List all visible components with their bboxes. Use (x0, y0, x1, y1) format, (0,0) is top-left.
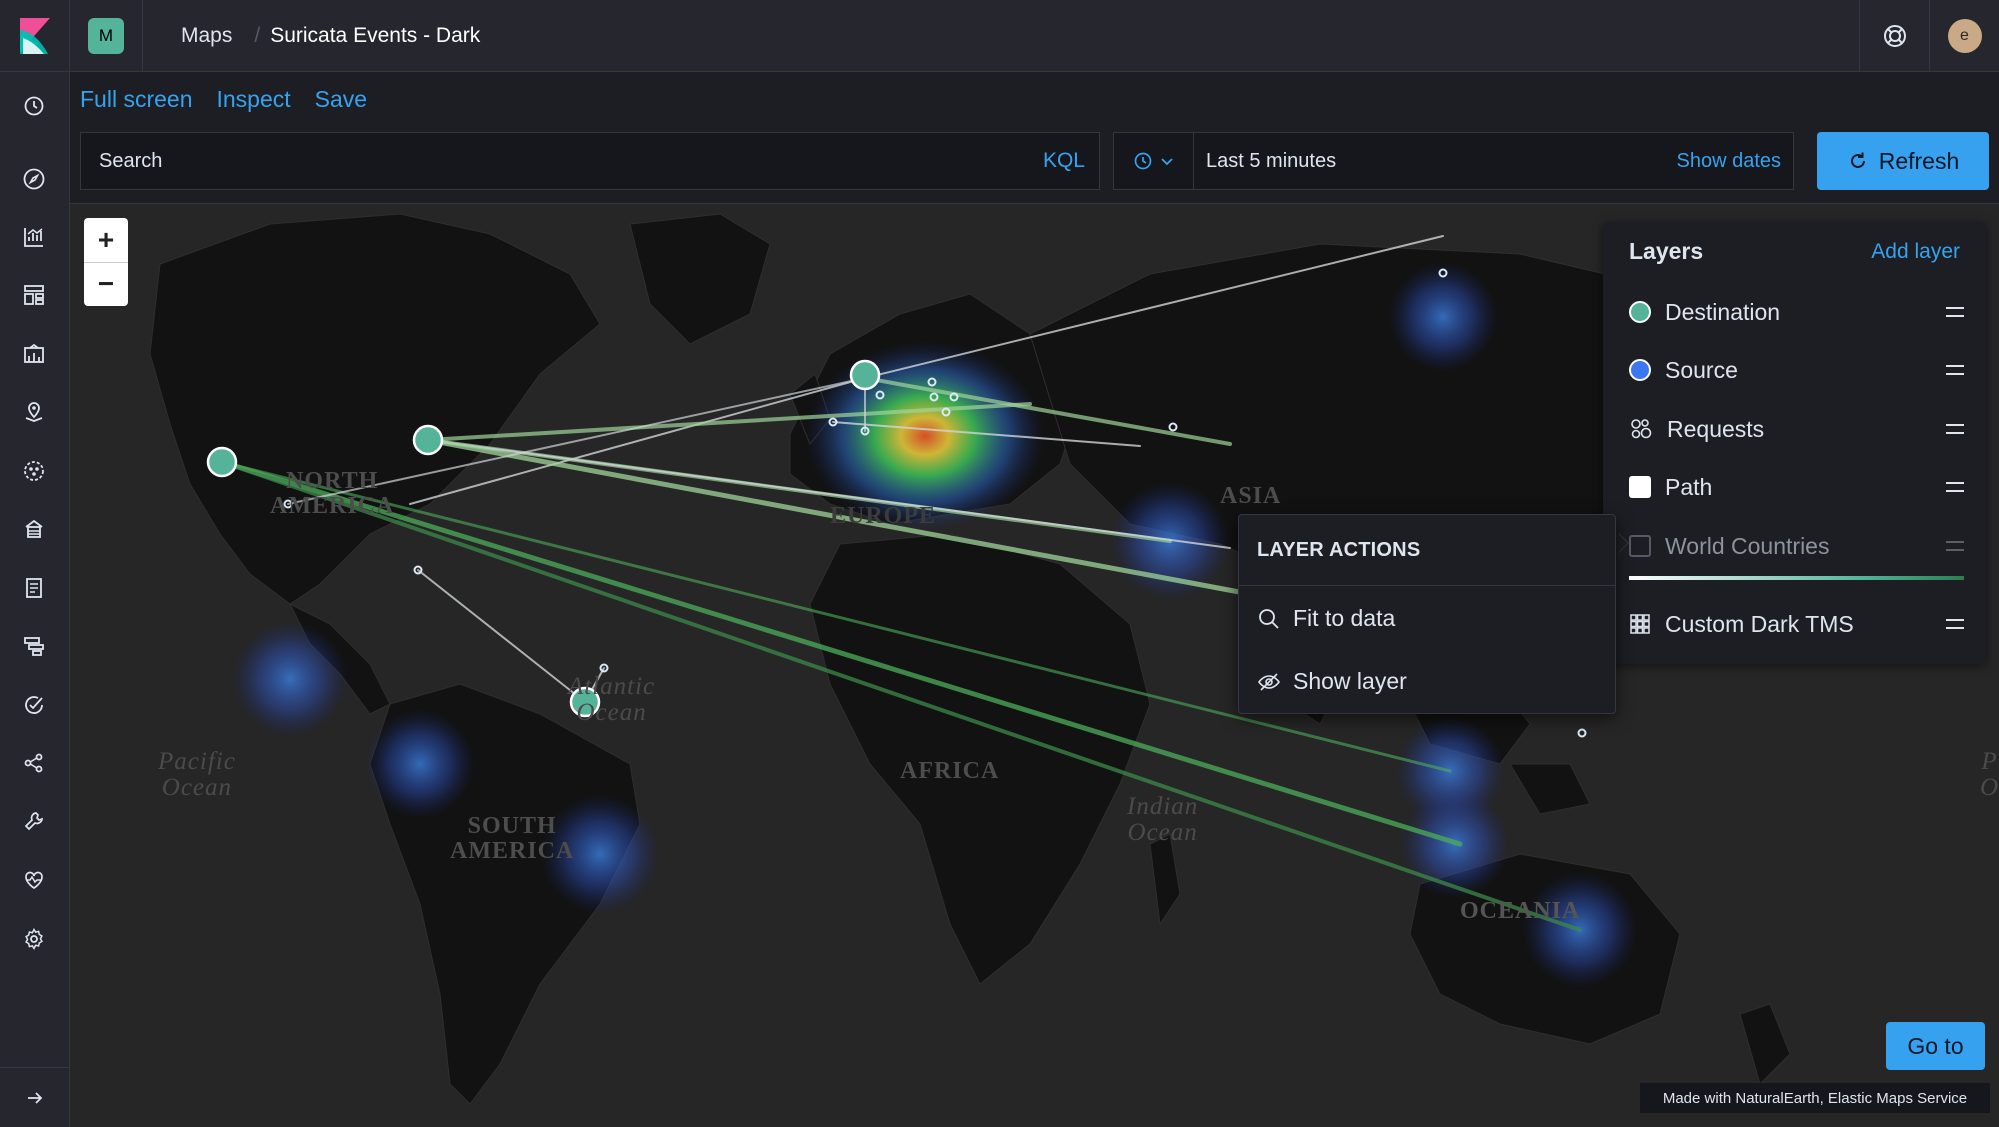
drag-handle-icon[interactable] (1946, 424, 1964, 434)
header-divider (142, 0, 143, 72)
world-countries-color-icon (1629, 535, 1651, 557)
collapse-nav-button[interactable] (0, 1067, 70, 1127)
layer-drag-indicator (1629, 576, 1964, 580)
arrow-right-icon (28, 1091, 43, 1104)
label-south-america: SOUTH AMERICA (450, 813, 575, 865)
eye-closed-icon (1258, 672, 1280, 691)
query-language-toggle[interactable]: KQL (1043, 149, 1085, 173)
label-north-america: NORTH AMERICA (270, 468, 395, 520)
label-europe: EUROPE (830, 503, 937, 529)
source-color-icon (1629, 359, 1651, 381)
drag-handle-icon[interactable] (1946, 619, 1964, 629)
discover-compass-icon[interactable] (20, 165, 48, 193)
label-africa: AFRICA (900, 758, 1000, 784)
time-picker: Last 5 minutes Show dates (1113, 132, 1794, 190)
monitoring-heartbeat-icon[interactable] (20, 866, 48, 894)
add-layer-button[interactable]: Add layer (1871, 240, 1960, 264)
refresh-label: Refresh (1878, 147, 1960, 174)
zoom-out-button[interactable]: − (84, 263, 128, 307)
popover-divider (1239, 585, 1615, 586)
header-right: e (1859, 0, 1999, 72)
inspect-link[interactable]: Inspect (216, 86, 290, 113)
show-layer-button[interactable]: Show layer (1257, 668, 1407, 695)
header-bar: M Maps / Suricata Events - Dark e (0, 0, 1999, 72)
breadcrumb-separator: / (254, 23, 261, 47)
uptime-icon[interactable] (20, 691, 48, 719)
zoom-in-button[interactable]: + (84, 218, 128, 263)
chevron-down-icon (1160, 158, 1173, 166)
map-toolbar: Full screen Inspect Save (80, 86, 367, 113)
refresh-icon (1850, 152, 1865, 168)
heatmap-icon (1631, 419, 1652, 439)
drag-handle-icon[interactable] (1946, 482, 1964, 492)
label-pacific-ocean: Pacific Ocean (158, 748, 236, 802)
layer-path[interactable]: Path (1629, 467, 1964, 507)
layer-custom-dark-tms[interactable]: Custom Dark TMS (1629, 604, 1964, 644)
layer-source[interactable]: Source (1629, 350, 1964, 390)
quick-time-menu-button[interactable] (1114, 133, 1194, 189)
drag-handle-icon[interactable] (1946, 541, 1964, 551)
clock-icon (1134, 152, 1151, 170)
layer-requests[interactable]: Requests (1629, 409, 1964, 449)
show-dates-link[interactable]: Show dates (1676, 150, 1781, 173)
breadcrumb-maps[interactable]: Maps (181, 24, 232, 48)
fit-to-data-button[interactable]: Fit to data (1257, 605, 1395, 632)
label-indian-ocean: Indian Ocean (1127, 793, 1199, 847)
label-asia: ASIA (1220, 483, 1282, 509)
canvas-icon[interactable] (20, 340, 48, 368)
kibana-logo[interactable] (0, 0, 70, 72)
path-color-icon (1629, 476, 1651, 498)
layer-name[interactable]: Source (1665, 357, 1946, 384)
fit-to-data-label: Fit to data (1293, 605, 1396, 631)
breadcrumb-current: Suricata Events - Dark (270, 23, 481, 47)
drag-handle-icon[interactable] (1946, 307, 1964, 317)
help-button[interactable] (1859, 0, 1929, 72)
layer-name[interactable]: Custom Dark TMS (1665, 611, 1946, 638)
machine-learning-icon[interactable] (20, 457, 48, 485)
layer-name[interactable]: Path (1665, 474, 1946, 501)
search-input[interactable]: Search KQL (80, 132, 1100, 190)
go-to-button[interactable]: Go to (1886, 1022, 1985, 1070)
layers-panel: Layers Add layer Destination Source Requ… (1603, 222, 1986, 664)
logs-icon[interactable] (20, 574, 48, 602)
layer-name[interactable]: World Countries (1665, 533, 1946, 560)
refresh-button[interactable]: Refresh (1817, 132, 1989, 190)
layer-destination[interactable]: Destination (1629, 292, 1964, 332)
management-gear-icon[interactable] (20, 925, 48, 953)
layers-title: Layers (1629, 238, 1704, 264)
label-atlantic-ocean: Atlantic Ocean (568, 673, 656, 727)
maps-icon[interactable] (20, 398, 48, 426)
layer-actions-title: LAYER ACTIONS (1257, 539, 1421, 561)
layer-actions-popover: LAYER ACTIONS Fit to data Show layer (1238, 514, 1616, 714)
zoom-controls: + − (84, 218, 128, 306)
kibana-logo-icon (19, 17, 50, 54)
user-menu[interactable]: e (1929, 0, 1999, 72)
side-navigation (0, 72, 70, 1127)
infrastructure-icon[interactable] (20, 515, 48, 543)
recently-viewed-clock-icon[interactable] (20, 92, 48, 120)
save-link[interactable]: Save (315, 86, 367, 113)
search-icon (1259, 608, 1279, 629)
dashboard-icon[interactable] (20, 281, 48, 309)
drag-handle-icon[interactable] (1946, 365, 1964, 375)
label-oceania: OCEANIA (1460, 898, 1581, 924)
tile-grid-icon (1630, 614, 1650, 634)
help-lifebuoy-icon (1883, 25, 1906, 47)
user-avatar: e (1947, 19, 1982, 53)
time-range-label[interactable]: Last 5 minutes (1206, 150, 1676, 173)
map-attribution[interactable]: Made with NaturalEarth, Elastic Maps Ser… (1640, 1083, 1990, 1113)
dev-tools-wrench-icon[interactable] (20, 808, 48, 836)
graph-icon[interactable] (20, 749, 48, 777)
layer-world-countries[interactable]: World Countries (1629, 526, 1964, 566)
destination-color-icon (1629, 301, 1651, 323)
apm-icon[interactable] (20, 632, 48, 660)
full-screen-link[interactable]: Full screen (80, 86, 192, 113)
label-pacific-ocean-right: P O (1980, 748, 1999, 802)
search-placeholder: Search (99, 149, 163, 172)
layer-name[interactable]: Destination (1665, 299, 1946, 326)
show-layer-label: Show layer (1293, 668, 1407, 694)
space-avatar[interactable]: M (88, 17, 124, 54)
layer-name[interactable]: Requests (1667, 416, 1946, 443)
visualize-chart-icon[interactable] (20, 223, 48, 251)
